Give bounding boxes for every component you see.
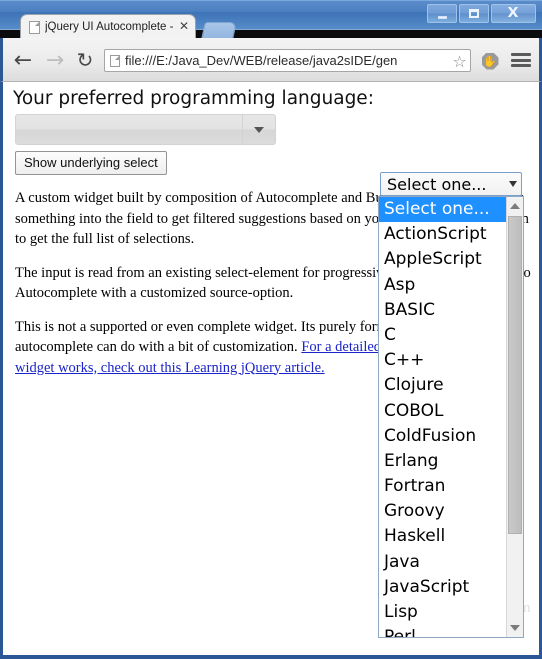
select-option[interactable]: ActionScript	[379, 222, 506, 247]
autocomplete-input[interactable]	[15, 114, 243, 145]
hamburger-menu-icon[interactable]	[511, 51, 531, 69]
browser-toolbar: ← → ↻ file:///E:/Java_Dev/WEB/release/ja…	[0, 38, 542, 82]
select-option[interactable]: Haskell	[379, 524, 506, 549]
back-icon[interactable]: ←	[9, 46, 37, 74]
select-option[interactable]: Clojure	[379, 373, 506, 398]
tab-strip: jQuery UI Autocomplete - ✕	[0, 7, 542, 39]
combobox-toggle-button[interactable]	[243, 114, 276, 145]
scroll-up-arrow-icon[interactable]	[507, 198, 523, 214]
select-option[interactable]: Lisp	[379, 600, 506, 625]
select-option[interactable]: C++	[379, 348, 506, 373]
page-favicon-icon	[29, 20, 40, 34]
option-list[interactable]: Select one... ActionScript AppleScript Asp B…	[379, 197, 506, 637]
triangle-down-icon	[510, 625, 520, 631]
select-option[interactable]: Java	[379, 550, 506, 575]
select-chevron-down-icon	[509, 181, 517, 187]
forward-icon[interactable]: →	[41, 46, 69, 74]
show-underlying-select-button[interactable]: Show underlying select	[15, 151, 167, 175]
autocomplete-combobox[interactable]	[15, 114, 276, 145]
url-text: file:///E:/Java_Dev/WEB/release/java2sID…	[125, 53, 398, 68]
page-viewport: Your preferred programming language: Sho…	[0, 82, 542, 659]
menu-bar-2	[511, 58, 531, 62]
page-title: Your preferred programming language:	[13, 88, 374, 109]
select-option[interactable]: AppleScript	[379, 247, 506, 272]
select-option[interactable]: C	[379, 323, 506, 348]
menu-bar-3	[511, 64, 531, 67]
tab-title: jQuery UI Autocomplete -	[45, 21, 174, 33]
triangle-up-icon	[510, 203, 520, 209]
select-option[interactable]: BASIC	[379, 298, 506, 323]
native-select-control[interactable]: Select one...	[380, 172, 522, 196]
menu-bar-1	[511, 53, 531, 56]
chevron-down-icon	[254, 126, 264, 133]
new-tab-button[interactable]	[201, 22, 237, 39]
browser-tab[interactable]: jQuery UI Autocomplete - ✕	[20, 14, 196, 39]
dropdown-scrollbar[interactable]	[506, 197, 523, 637]
page-icon	[110, 54, 120, 67]
octagon-shape-icon: ✋	[481, 52, 499, 70]
select-option[interactable]: COBOL	[379, 399, 506, 424]
scrollbar-thumb[interactable]	[508, 216, 522, 534]
native-select-value: Select one...	[387, 174, 487, 194]
select-option[interactable]: Perl	[379, 625, 506, 637]
native-select-dropdown[interactable]: Select one... ActionScript AppleScript Asp B…	[378, 196, 524, 638]
select-option[interactable]: Asp	[379, 273, 506, 298]
select-option[interactable]: Groovy	[379, 499, 506, 524]
select-option[interactable]: JavaScript	[379, 575, 506, 600]
browser-window: X jQuery UI Autocomplete - ✕ ← → ↻ file:…	[0, 0, 542, 659]
address-bar[interactable]: file:///E:/Java_Dev/WEB/release/java2sID…	[104, 49, 471, 72]
select-option[interactable]: ColdFusion	[379, 424, 506, 449]
reload-icon[interactable]: ↻	[71, 46, 99, 74]
select-option[interactable]: Select one...	[379, 197, 506, 223]
select-option[interactable]: Fortran	[379, 474, 506, 499]
extension-stop-hand-icon[interactable]: ✋	[479, 50, 501, 72]
select-option[interactable]: Erlang	[379, 449, 506, 474]
tab-close-icon[interactable]: ✕	[177, 20, 191, 34]
scroll-down-arrow-icon[interactable]	[507, 620, 523, 636]
bookmark-star-icon[interactable]: ☆	[450, 52, 469, 71]
